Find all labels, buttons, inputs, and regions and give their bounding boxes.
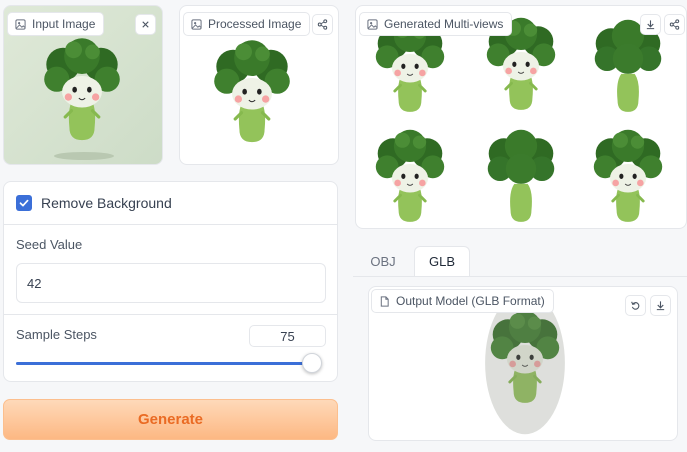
file-icon — [380, 295, 389, 307]
seed-value-block: Seed Value 42 — [4, 225, 337, 315]
seed-value-input[interactable]: 42 — [16, 263, 326, 303]
left-column: Input Image Processed Image Remove Backg… — [0, 0, 345, 452]
sample-steps-label: Sample Steps — [16, 327, 97, 342]
image-icon — [367, 18, 378, 30]
undo-icon — [631, 301, 640, 310]
input-image-panel[interactable]: Input Image — [3, 5, 163, 165]
sample-steps-slider[interactable] — [16, 353, 322, 373]
remove-background-label: Remove Background — [41, 195, 172, 211]
remove-background-checkbox[interactable] — [16, 195, 32, 211]
multiviews-share-button[interactable] — [664, 14, 685, 35]
output-model-label: Output Model (GLB Format) — [371, 289, 554, 313]
slider-fill — [16, 362, 312, 365]
multiviews-download-button[interactable] — [640, 14, 661, 35]
output-model-label-text: Output Model (GLB Format) — [396, 294, 545, 308]
tab-obj[interactable]: OBJ — [357, 246, 409, 276]
processed-image-panel: Processed Image — [179, 5, 339, 165]
check-icon — [19, 199, 29, 207]
processed-image-label: Processed Image — [183, 12, 311, 36]
multiviews-label: Generated Multi-views — [359, 12, 513, 36]
app-root: Input Image Processed Image Remove Backg… — [0, 0, 687, 452]
seed-value-label: Seed Value — [16, 237, 83, 252]
tab-divider — [353, 276, 687, 277]
image-icon — [15, 18, 26, 30]
tab-glb[interactable]: GLB — [414, 246, 470, 276]
input-image-label-text: Input Image — [32, 17, 96, 31]
download-icon — [656, 300, 665, 311]
download-icon — [646, 19, 655, 30]
input-image-label: Input Image — [7, 12, 105, 36]
processed-share-button[interactable] — [312, 14, 333, 35]
output-download-button[interactable] — [650, 295, 671, 316]
clear-image-button[interactable] — [135, 14, 156, 35]
close-icon — [142, 21, 149, 28]
generate-button[interactable]: Generate — [3, 399, 338, 440]
output-model-panel[interactable]: Output Model (GLB Format) — [368, 286, 678, 441]
remove-background-row[interactable]: Remove Background — [4, 182, 337, 225]
image-icon — [191, 18, 202, 30]
view-side-left — [374, 128, 446, 224]
view-front-right — [592, 128, 664, 224]
view-top — [487, 129, 555, 222]
reset-view-button[interactable] — [625, 295, 646, 316]
output-format-tabs: OBJ GLB — [353, 246, 687, 276]
multiviews-panel: Generated Multi-views — [355, 5, 687, 229]
processed-image-label-text: Processed Image — [208, 17, 302, 31]
right-column: Generated Multi-views OBJ GLB Output Mod… — [353, 0, 687, 452]
settings-panel: Remove Background Seed Value 42 Sample S… — [3, 181, 338, 382]
share-icon — [317, 19, 328, 30]
slider-thumb[interactable] — [302, 353, 322, 373]
multiviews-label-text: Generated Multi-views — [384, 17, 504, 31]
multiviews-image — [374, 16, 664, 224]
sample-steps-input[interactable]: 75 — [249, 325, 326, 347]
share-icon — [669, 19, 680, 30]
